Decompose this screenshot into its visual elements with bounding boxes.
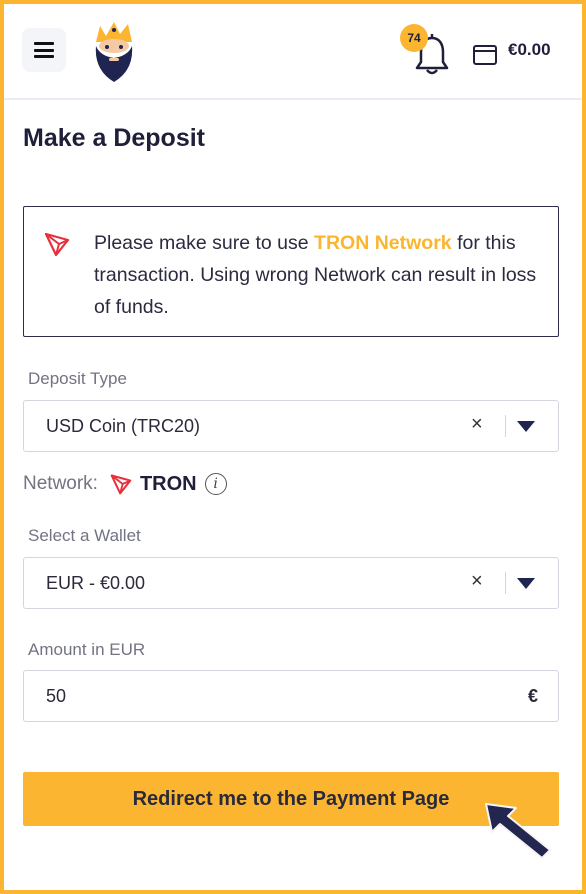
hamburger-menu-button[interactable] bbox=[22, 28, 66, 72]
deposit-type-select[interactable]: USD Coin (TRC20) × bbox=[23, 400, 559, 452]
wallet-value: EUR - €0.00 bbox=[46, 573, 146, 593]
chevron-down-icon[interactable] bbox=[517, 421, 535, 432]
tron-icon bbox=[110, 474, 132, 495]
amount-label: Amount in EUR bbox=[28, 640, 146, 659]
arrow-pointer-icon bbox=[485, 803, 551, 859]
king-logo[interactable] bbox=[88, 22, 140, 84]
page-title: Make a Deposit bbox=[23, 124, 206, 152]
notifications-button[interactable]: 74 bbox=[400, 24, 452, 78]
notification-count-badge: 74 bbox=[400, 24, 428, 52]
chevron-down-icon[interactable] bbox=[517, 578, 535, 589]
redirect-to-payment-button[interactable]: Redirect me to the Payment Page bbox=[23, 772, 559, 826]
tron-icon bbox=[44, 232, 70, 257]
wallet-label: Select a Wallet bbox=[28, 526, 141, 545]
amount-input[interactable]: 50 € bbox=[23, 670, 559, 722]
top-bar: 74 €0.00 bbox=[4, 4, 582, 100]
network-info-row: Network: TRON i bbox=[23, 469, 227, 499]
network-value: TRON bbox=[139, 472, 197, 495]
clear-deposit-type-icon[interactable]: × bbox=[471, 413, 483, 436]
notice-text: Please make sure to use TRON Network for… bbox=[94, 227, 544, 323]
notice-highlight: TRON Network bbox=[314, 232, 452, 254]
network-warning-notice: Please make sure to use TRON Network for… bbox=[23, 206, 559, 337]
balance-amount[interactable]: €0.00 bbox=[508, 40, 551, 60]
app-frame: 74 €0.00 Make a Deposit Please make sure… bbox=[4, 4, 582, 890]
notice-text-before: Please make sure to use bbox=[94, 232, 315, 254]
wallet-select[interactable]: EUR - €0.00 × bbox=[23, 557, 559, 609]
amount-value: 50 bbox=[46, 686, 67, 706]
hamburger-menu-icon bbox=[34, 42, 54, 58]
info-icon[interactable]: i bbox=[204, 473, 227, 495]
select-separator bbox=[505, 415, 506, 437]
select-separator bbox=[505, 572, 506, 594]
clear-wallet-icon[interactable]: × bbox=[471, 570, 483, 593]
wallet-icon[interactable] bbox=[472, 42, 498, 66]
deposit-type-value: USD Coin (TRC20) bbox=[46, 416, 201, 436]
network-label: Network: bbox=[23, 473, 98, 494]
currency-symbol: € bbox=[527, 686, 538, 706]
deposit-type-label: Deposit Type bbox=[28, 369, 127, 388]
